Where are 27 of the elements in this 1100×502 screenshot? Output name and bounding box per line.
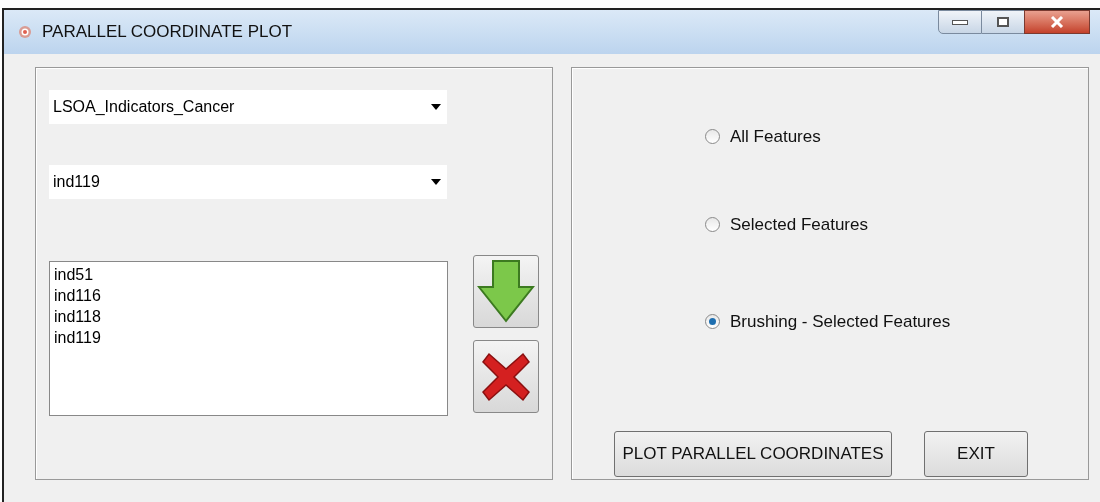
radio-button[interactable]: [705, 216, 720, 232]
dropdown[interactable]: ind119: [49, 165, 447, 199]
window-title: PARALLEL COORDINATE PLOT: [42, 21, 293, 44]
radio-button[interactable]: [705, 314, 720, 330]
radio-label: Selected Features: [730, 213, 868, 236]
radio-label: Brushing - Selected Features: [730, 311, 951, 333]
close-button[interactable]: [1024, 10, 1090, 34]
maximize-button[interactable]: [982, 10, 1024, 34]
caret-icon: [431, 104, 441, 110]
dropdown-value: ind119: [53, 172, 100, 192]
list-item[interactable]: ind51: [54, 264, 447, 285]
plot-button[interactable]: PLOT PARALLEL COORDINATES: [614, 430, 892, 477]
list-item[interactable]: ind116: [54, 285, 447, 306]
radio-button[interactable]: [705, 129, 720, 145]
dropdown-value: LSOA_Indicators_Cancer: [53, 97, 235, 117]
list-item[interactable]: ind118: [54, 306, 447, 327]
list-item[interactable]: ind119: [54, 327, 447, 348]
close-icon: [1050, 16, 1064, 28]
app-icon: [18, 25, 32, 39]
radio-label: All Features: [730, 126, 821, 148]
remove-button[interactable]: [473, 340, 539, 413]
down-arrow-icon: [477, 258, 535, 325]
add-button[interactable]: [473, 255, 539, 328]
caret-icon: [431, 179, 441, 185]
exit-button[interactable]: EXIT: [924, 430, 1028, 477]
minimize-button[interactable]: [938, 10, 982, 34]
dropdown[interactable]: LSOA_Indicators_Cancer: [49, 90, 447, 124]
